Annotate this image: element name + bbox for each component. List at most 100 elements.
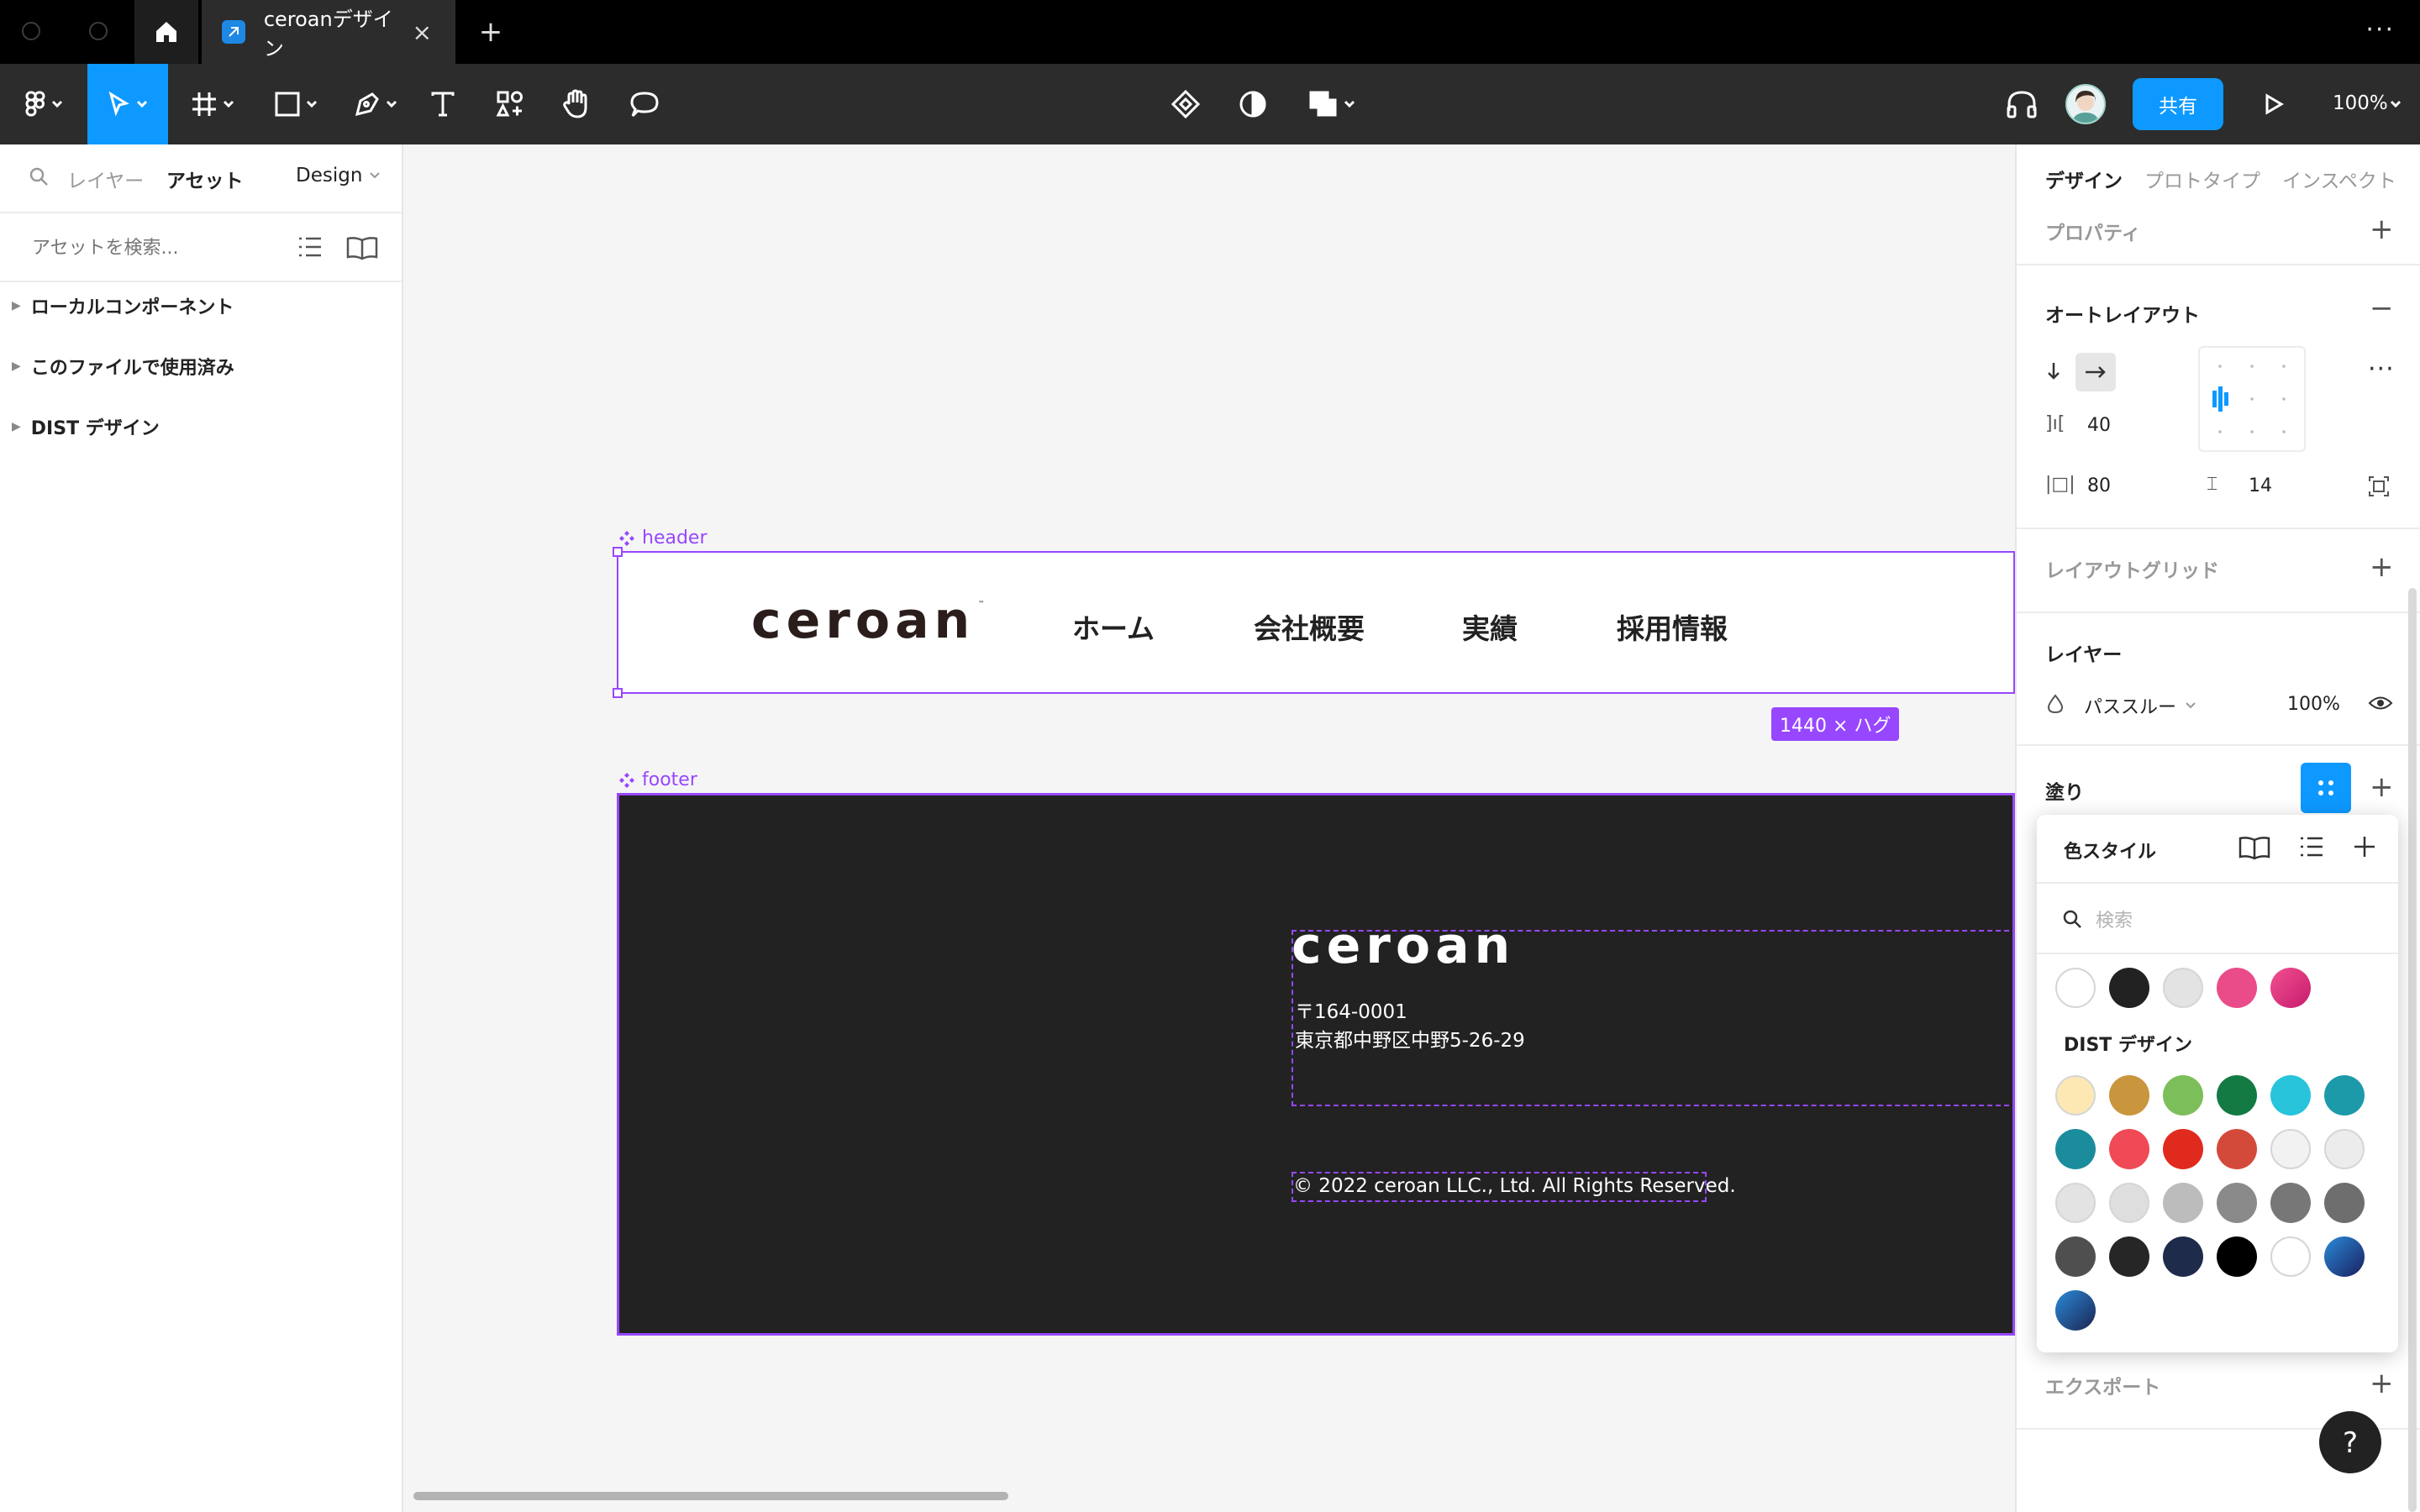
color-swatch[interactable] (2163, 968, 2203, 1008)
more-options-icon[interactable]: ··· (2365, 15, 2395, 45)
footer-frame-label[interactable]: footer (618, 769, 697, 790)
resize-handle[interactable] (613, 688, 623, 698)
alignment-grid[interactable] (2198, 346, 2306, 452)
add-layout-grid-icon[interactable]: + (2370, 553, 2394, 581)
color-swatch[interactable] (2109, 1129, 2149, 1169)
color-swatch[interactable] (2109, 968, 2149, 1008)
vertical-padding-value[interactable]: 14 (2249, 475, 2272, 496)
add-fill-icon[interactable]: + (2370, 773, 2394, 801)
zoom-dropdown[interactable]: 100% (2328, 64, 2420, 144)
color-swatch[interactable] (2324, 1075, 2365, 1116)
boolean-tool-button[interactable] (1301, 64, 1363, 144)
color-swatch[interactable] (2217, 1129, 2257, 1169)
color-swatch[interactable] (2109, 1236, 2149, 1277)
color-swatch[interactable] (2109, 1075, 2149, 1116)
nav-item-works[interactable]: 実績 (1462, 606, 1518, 647)
nav-item-company[interactable]: 会社概要 (1254, 606, 1365, 647)
close-tab-icon[interactable]: × (413, 18, 432, 46)
user-avatar[interactable] (2065, 84, 2106, 124)
tab-assets[interactable]: アセット (166, 165, 244, 193)
present-button[interactable] (2257, 64, 2291, 144)
color-swatch[interactable] (2270, 1236, 2311, 1277)
tab-layers[interactable]: レイヤー (67, 165, 144, 193)
file-tab[interactable]: ceroanデザイン × (202, 0, 455, 64)
color-swatch[interactable] (2324, 1183, 2365, 1223)
color-swatch[interactable] (2055, 968, 2096, 1008)
resize-handle[interactable] (613, 547, 623, 557)
color-swatch[interactable] (2324, 1129, 2365, 1169)
library-dropdown[interactable]: Design (296, 165, 381, 186)
library-book-icon[interactable] (346, 235, 378, 260)
tab-design[interactable]: デザイン (2045, 165, 2123, 193)
color-swatch[interactable] (2109, 1183, 2149, 1223)
blend-mode-dropdown[interactable]: パススルー (2084, 692, 2196, 719)
window-minimize-dot[interactable] (89, 22, 108, 40)
tab-prototype[interactable]: プロトタイプ (2144, 165, 2260, 193)
window-close-dot[interactable] (22, 22, 40, 40)
color-swatch[interactable] (2217, 1183, 2257, 1223)
eye-visibility-icon[interactable] (2368, 694, 2393, 712)
color-swatch[interactable] (2055, 1290, 2096, 1331)
remove-auto-layout-icon[interactable]: − (2370, 294, 2394, 323)
library-group-local[interactable]: ▶ ローカルコンポーネント (12, 292, 234, 319)
tab-inspect[interactable]: インスペクト (2282, 165, 2396, 193)
color-swatch[interactable] (2270, 968, 2311, 1008)
color-swatch[interactable] (2163, 1075, 2203, 1116)
frame-tool-button[interactable] (183, 64, 242, 144)
share-button[interactable]: 共有 (2133, 78, 2223, 130)
pen-tool-button[interactable] (346, 64, 405, 144)
color-swatch[interactable] (2055, 1075, 2096, 1116)
color-swatch[interactable] (2217, 1236, 2257, 1277)
list-view-icon[interactable] (297, 235, 323, 259)
header-frame[interactable]: ceroan ™ ホーム 会社概要 実績 採用情報 (617, 551, 2015, 694)
individual-padding-icon[interactable] (2368, 475, 2390, 497)
color-swatch[interactable] (2163, 1129, 2203, 1169)
component-tool-button[interactable] (1165, 64, 1207, 144)
color-swatch[interactable] (2270, 1129, 2311, 1169)
horizontal-scrollbar[interactable] (413, 1492, 1008, 1500)
item-spacing-value[interactable]: 40 (2087, 415, 2111, 436)
library-group-dist[interactable]: ▶ DIST デザイン (12, 413, 160, 440)
popup-search-input[interactable]: 検索 (2096, 906, 2133, 932)
library-group-used[interactable]: ▶ このファイルで使用済み (12, 353, 234, 380)
color-swatch[interactable] (2055, 1183, 2096, 1223)
color-swatch[interactable] (2163, 1183, 2203, 1223)
move-tool-button[interactable] (87, 64, 168, 144)
style-library-button[interactable] (2301, 763, 2351, 813)
nav-item-home[interactable]: ホーム (1072, 606, 1155, 647)
add-export-icon[interactable]: + (2370, 1369, 2394, 1398)
comment-tool-button[interactable] (623, 64, 666, 144)
color-swatch[interactable] (2270, 1075, 2311, 1116)
shape-tool-button[interactable] (266, 64, 326, 144)
home-tab[interactable] (134, 0, 198, 64)
audio-call-button[interactable] (2002, 64, 2042, 144)
color-swatch[interactable] (2324, 1236, 2365, 1277)
asset-search-input[interactable] (30, 230, 269, 265)
help-button[interactable]: ? (2319, 1411, 2381, 1473)
horizontal-padding-value[interactable]: 80 (2087, 475, 2111, 496)
text-tool-button[interactable] (424, 64, 462, 144)
library-book-icon[interactable] (2238, 835, 2270, 860)
plus-icon[interactable] (2353, 835, 2376, 858)
resources-tool-button[interactable] (491, 64, 529, 144)
nav-item-recruit[interactable]: 採用情報 (1617, 606, 1728, 647)
color-swatch[interactable] (2270, 1183, 2311, 1223)
layer-opacity-value[interactable]: 100% (2287, 694, 2340, 715)
color-swatch[interactable] (2217, 968, 2257, 1008)
vertical-direction-icon[interactable] (2045, 361, 2062, 381)
hand-tool-button[interactable] (556, 64, 597, 144)
horizontal-direction-button[interactable] (2075, 353, 2116, 391)
color-swatch[interactable] (2163, 1236, 2203, 1277)
new-tab-button[interactable]: + (471, 12, 511, 52)
header-frame-label[interactable]: header (618, 528, 708, 549)
color-swatch[interactable] (2055, 1129, 2096, 1169)
auto-layout-more-icon[interactable]: ··· (2368, 354, 2395, 384)
footer-frame[interactable]: ceroan 〒164-0001 東京都中野区中野5-26-29 © 2022 … (617, 793, 2018, 1336)
mask-tool-button[interactable] (1232, 64, 1274, 144)
color-swatch[interactable] (2217, 1075, 2257, 1116)
add-property-icon[interactable]: + (2370, 215, 2394, 244)
right-panel-scrollbar[interactable] (2408, 588, 2417, 1512)
list-view-icon[interactable] (2299, 835, 2324, 858)
color-swatch[interactable] (2055, 1236, 2096, 1277)
main-menu-button[interactable] (13, 64, 74, 144)
